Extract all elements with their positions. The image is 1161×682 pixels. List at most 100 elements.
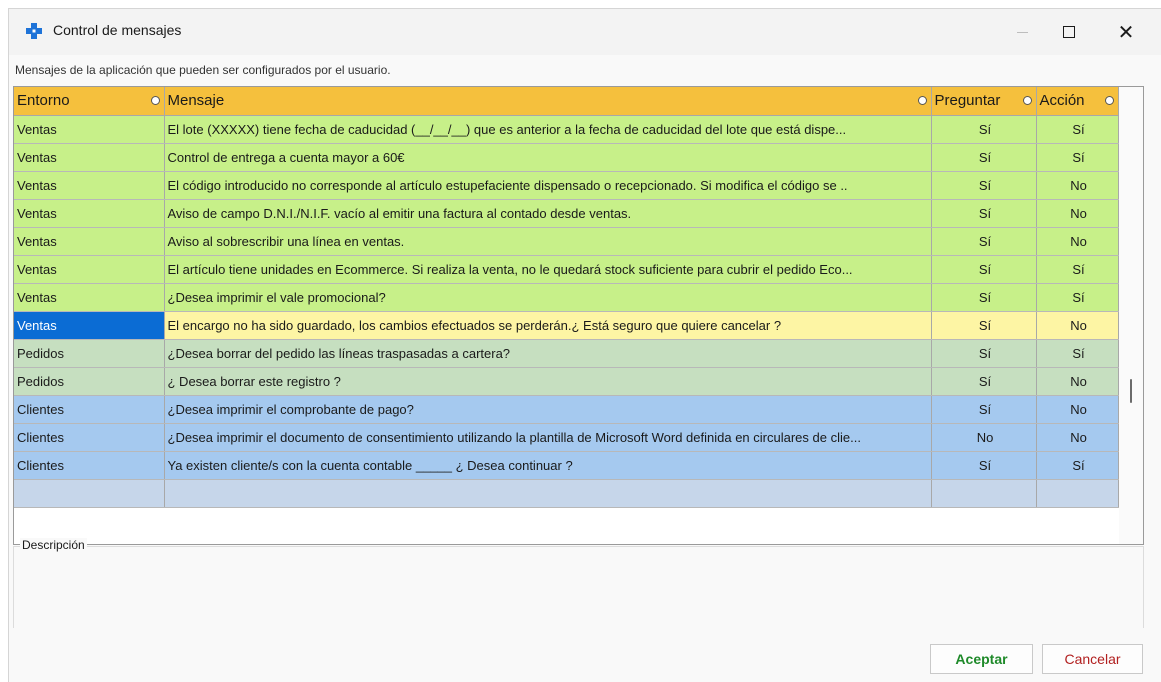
column-header-label: Entorno <box>17 92 70 110</box>
description-box <box>13 546 1144 628</box>
table-row[interactable]: Pedidos ¿Desea borrar del pedido las lín… <box>14 339 1119 368</box>
cell-accion[interactable]: Sí <box>1036 255 1119 284</box>
cell-preguntar[interactable]: Sí <box>931 115 1037 144</box>
cell-mensaje[interactable]: ¿ Desea borrar este registro ? <box>164 367 932 396</box>
cell-preguntar[interactable]: Sí <box>931 283 1037 312</box>
cancel-button[interactable]: Cancelar <box>1042 644 1143 674</box>
cell-entorno-selected[interactable]: Ventas <box>14 311 165 340</box>
minimize-icon <box>1016 31 1028 33</box>
cell-mensaje[interactable]: ¿Desea borrar del pedido las líneas tras… <box>164 339 932 368</box>
cell-preguntar[interactable]: Sí <box>931 199 1037 228</box>
sort-icon[interactable] <box>150 96 160 105</box>
table-row[interactable]: Clientes ¿Desea imprimir el documento de… <box>14 423 1119 452</box>
close-icon: ✕ <box>1117 20 1135 44</box>
maximize-button[interactable] <box>1046 9 1092 55</box>
blue-puzzle-cross-icon <box>26 23 42 39</box>
cell-preguntar[interactable]: Sí <box>931 451 1037 480</box>
cell-mensaje[interactable]: ¿Desea imprimir el vale promocional? <box>164 283 932 312</box>
cell-entorno[interactable]: Ventas <box>14 143 165 172</box>
cell-accion[interactable]: No <box>1036 423 1119 452</box>
cell-entorno[interactable]: Clientes <box>14 451 165 480</box>
table-row[interactable]: Ventas ¿Desea imprimir el vale promocion… <box>14 283 1119 312</box>
cell-entorno[interactable]: Ventas <box>14 171 165 200</box>
sort-icon[interactable] <box>1022 96 1032 105</box>
cell-mensaje[interactable]: El artículo tiene unidades en Ecommerce.… <box>164 255 932 284</box>
cell-accion[interactable]: No <box>1036 395 1119 424</box>
cell-accion[interactable] <box>1036 479 1119 508</box>
cell-preguntar[interactable]: Sí <box>931 255 1037 284</box>
table-row[interactable]: Ventas El artículo tiene unidades en Eco… <box>14 255 1119 284</box>
maximize-icon <box>1063 26 1075 38</box>
cell-accion[interactable]: No <box>1036 227 1119 256</box>
column-header-mensaje[interactable]: Mensaje <box>164 87 932 116</box>
column-header-preguntar[interactable]: Preguntar <box>931 87 1037 116</box>
column-header-label: Mensaje <box>167 92 225 110</box>
title-bar[interactable]: Control de mensajes ✕ <box>9 9 1161 55</box>
cell-mensaje[interactable]: ¿Desea imprimir el comprobante de pago? <box>164 395 932 424</box>
cell-preguntar[interactable]: Sí <box>931 311 1037 340</box>
sort-icon[interactable] <box>1104 96 1114 105</box>
cell-accion[interactable]: Sí <box>1036 283 1119 312</box>
cell-entorno[interactable] <box>14 479 165 508</box>
cell-accion[interactable]: Sí <box>1036 451 1119 480</box>
close-button[interactable]: ✕ <box>1103 9 1149 55</box>
cell-mensaje[interactable]: El código introducido no corresponde al … <box>164 171 932 200</box>
messages-grid: Entorno Mensaje Preguntar Acción Ventas … <box>13 86 1144 545</box>
dialog-subtitle: Mensajes de la aplicación que pueden ser… <box>15 63 391 77</box>
cell-accion[interactable]: No <box>1036 311 1119 340</box>
table-row[interactable]: Pedidos ¿ Desea borrar este registro ? S… <box>14 367 1119 396</box>
cell-preguntar[interactable]: Sí <box>931 143 1037 172</box>
grid-viewport: Entorno Mensaje Preguntar Acción Ventas … <box>14 87 1119 544</box>
cell-preguntar[interactable]: Sí <box>931 339 1037 368</box>
table-row[interactable]: Clientes Ya existen cliente/s con la cue… <box>14 451 1119 480</box>
cell-preguntar[interactable] <box>931 479 1037 508</box>
cell-mensaje[interactable] <box>164 479 932 508</box>
table-row[interactable]: Ventas El lote (XXXXX) tiene fecha de ca… <box>14 115 1119 144</box>
cell-accion[interactable]: No <box>1036 171 1119 200</box>
cell-accion[interactable]: Sí <box>1036 339 1119 368</box>
minimize-button[interactable] <box>999 9 1045 55</box>
table-row[interactable]: Ventas Control de entrega a cuenta mayor… <box>14 143 1119 172</box>
column-header-accion[interactable]: Acción <box>1036 87 1119 116</box>
cell-accion[interactable]: Sí <box>1036 115 1119 144</box>
cell-mensaje[interactable]: Aviso al sobrescribir una línea en venta… <box>164 227 932 256</box>
cell-entorno[interactable]: Ventas <box>14 255 165 284</box>
table-row-partial[interactable] <box>14 479 1119 508</box>
cell-preguntar[interactable]: Sí <box>931 395 1037 424</box>
table-row[interactable]: Ventas Aviso al sobrescribir una línea e… <box>14 227 1119 256</box>
accept-button[interactable]: Aceptar <box>930 644 1033 674</box>
table-row[interactable]: Ventas El código introducido no correspo… <box>14 171 1119 200</box>
cell-entorno[interactable]: Clientes <box>14 395 165 424</box>
cell-preguntar[interactable]: Sí <box>931 367 1037 396</box>
cell-mensaje[interactable]: Control de entrega a cuenta mayor a 60€ <box>164 143 932 172</box>
cell-mensaje[interactable]: Ya existen cliente/s con la cuenta conta… <box>164 451 932 480</box>
messages-table: Entorno Mensaje Preguntar Acción Ventas … <box>14 87 1119 508</box>
cell-entorno[interactable]: Ventas <box>14 115 165 144</box>
cell-mensaje[interactable]: Aviso de campo D.N.I./N.I.F. vacío al em… <box>164 199 932 228</box>
cell-mensaje[interactable]: ¿Desea imprimir el documento de consenti… <box>164 423 932 452</box>
cell-preguntar[interactable]: Sí <box>931 171 1037 200</box>
cell-entorno[interactable]: Pedidos <box>14 367 165 396</box>
sort-icon[interactable] <box>917 96 927 105</box>
scrollbar-thumb[interactable] <box>1130 379 1132 403</box>
cell-entorno[interactable]: Clientes <box>14 423 165 452</box>
cell-accion[interactable]: No <box>1036 367 1119 396</box>
cell-mensaje[interactable]: El encargo no ha sido guardado, los camb… <box>164 311 932 340</box>
cell-accion[interactable]: No <box>1036 199 1119 228</box>
cell-mensaje[interactable]: El lote (XXXXX) tiene fecha de caducidad… <box>164 115 932 144</box>
vertical-scrollbar[interactable] <box>1119 87 1143 544</box>
cell-entorno[interactable]: Ventas <box>14 199 165 228</box>
cell-entorno[interactable]: Pedidos <box>14 339 165 368</box>
cell-accion[interactable]: Sí <box>1036 143 1119 172</box>
cell-preguntar[interactable]: Sí <box>931 227 1037 256</box>
cell-entorno[interactable]: Ventas <box>14 227 165 256</box>
column-header-entorno[interactable]: Entorno <box>14 87 165 116</box>
table-row[interactable]: Ventas Aviso de campo D.N.I./N.I.F. vací… <box>14 199 1119 228</box>
column-header-label: Preguntar <box>934 92 1001 110</box>
column-header-label: Acción <box>1039 92 1085 110</box>
cell-entorno[interactable]: Ventas <box>14 283 165 312</box>
table-row[interactable]: Clientes ¿Desea imprimir el comprobante … <box>14 395 1119 424</box>
table-row-current[interactable]: Ventas El encargo no ha sido guardado, l… <box>14 311 1119 340</box>
cell-preguntar[interactable]: No <box>931 423 1037 452</box>
description-label: Descripción <box>20 538 87 552</box>
